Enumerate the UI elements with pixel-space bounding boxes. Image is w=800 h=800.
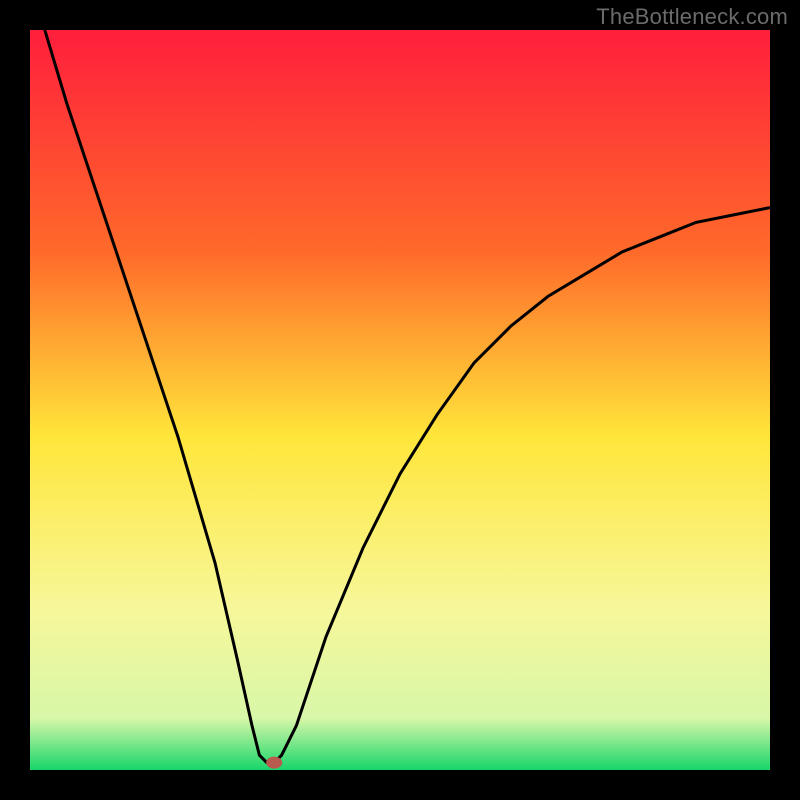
bottleneck-curve — [45, 30, 770, 763]
chart-overlay — [30, 30, 770, 770]
watermark-text: TheBottleneck.com — [596, 4, 788, 30]
optimum-marker — [266, 757, 282, 769]
chart-frame — [30, 30, 770, 770]
